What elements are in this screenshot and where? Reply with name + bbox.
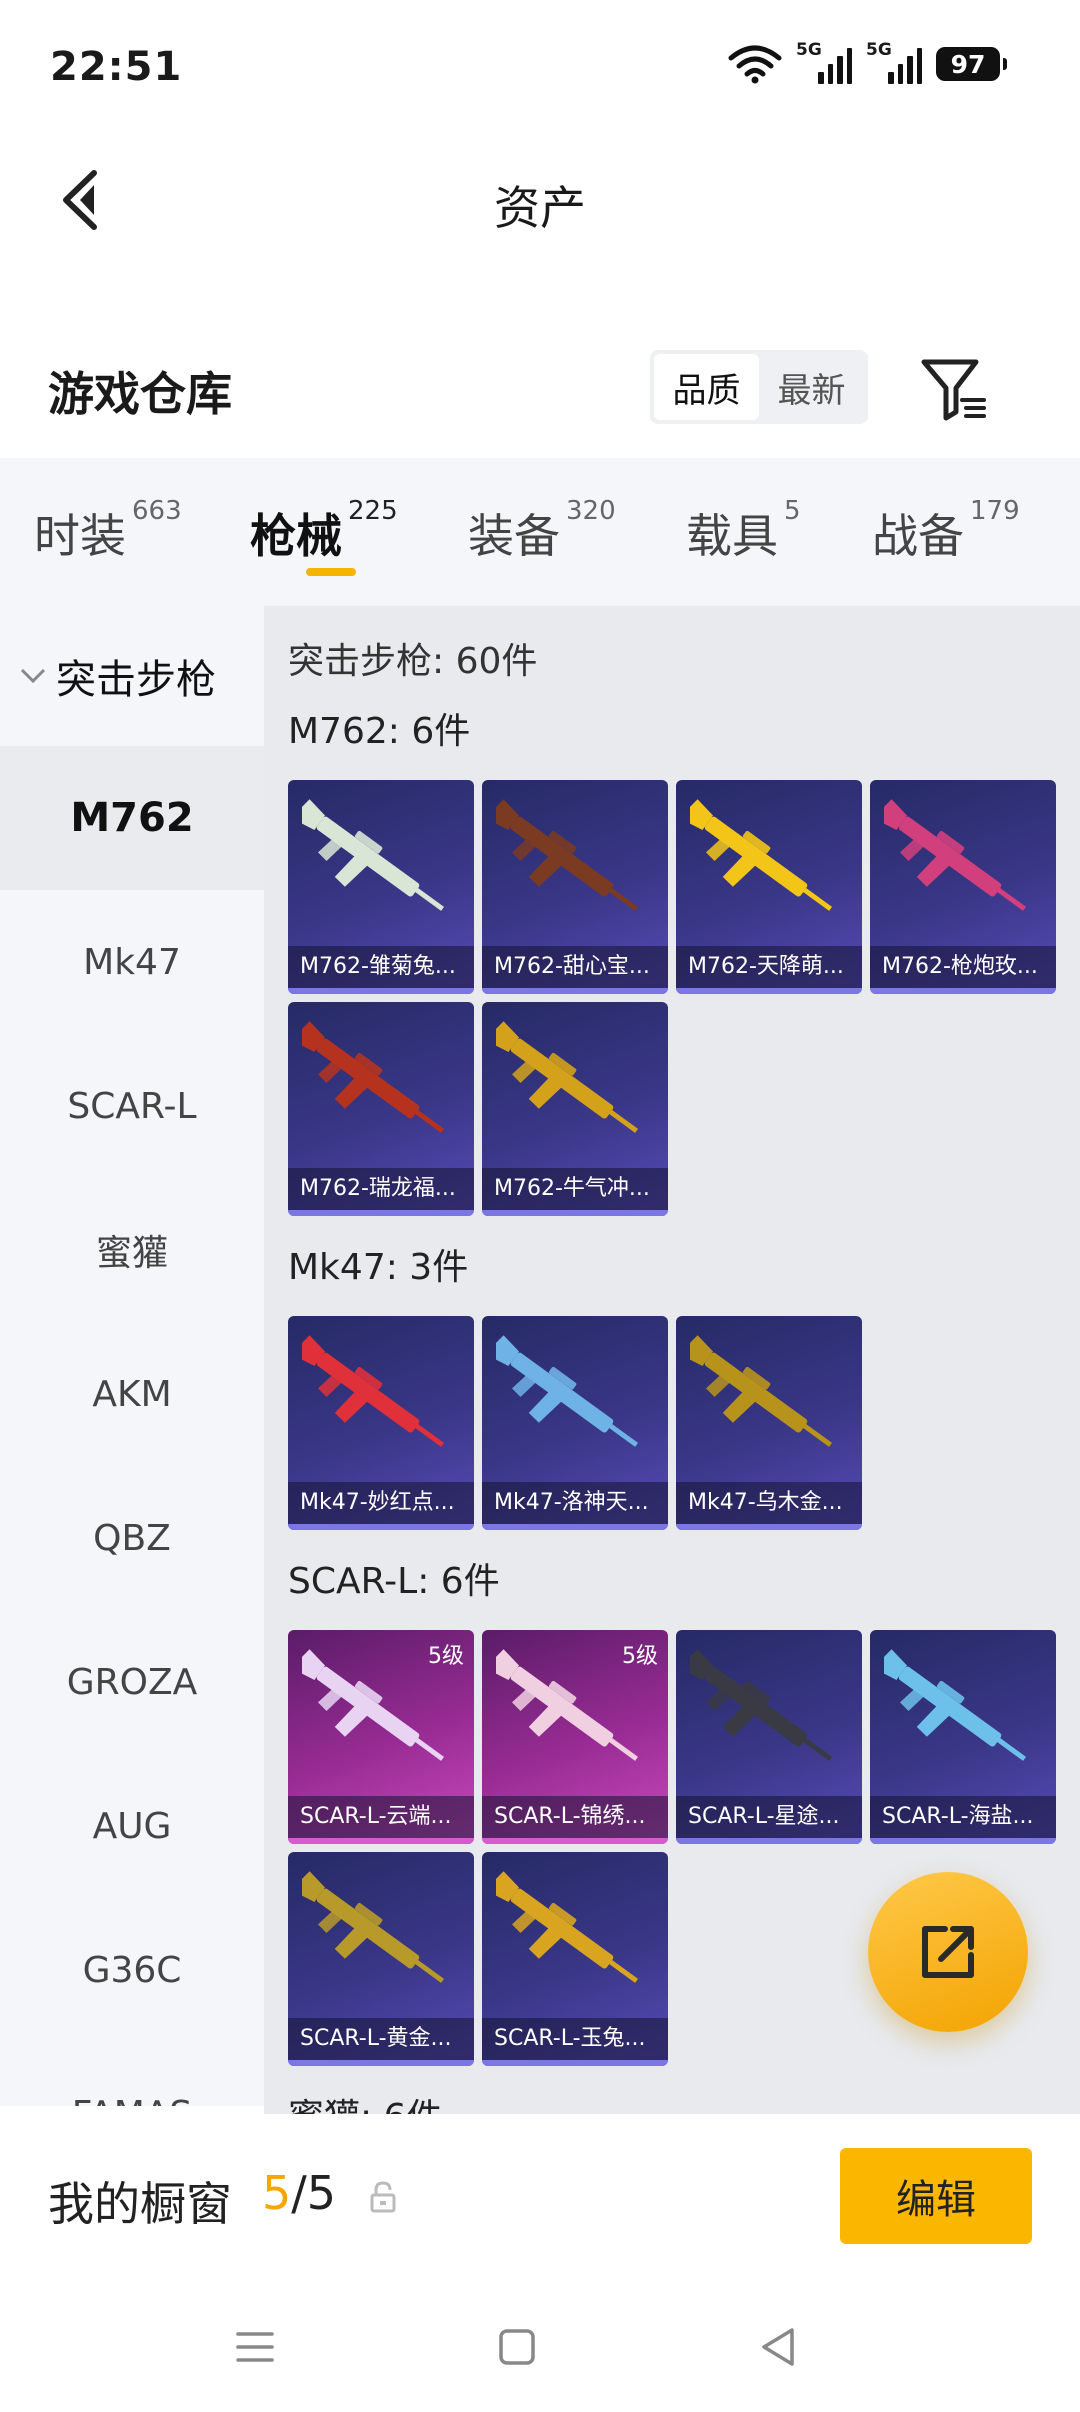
weapon-card[interactable]: 5级 SCAR-L-云端... [288,1630,474,1844]
tab-vehicles[interactable]: 载具 5 [686,496,801,566]
back-triangle-icon[interactable] [754,2322,804,2372]
rifle-icon [496,1335,639,1447]
tab-fashion[interactable]: 时装 663 [34,496,182,566]
share-button[interactable] [868,1872,1028,2032]
weapon-card-name: SCAR-L-云端... [288,1796,474,1838]
lock-icon [370,2181,396,2213]
weapon-card-name: SCAR-L-锦绣... [482,1796,668,1838]
wifi-icon [728,45,782,84]
weapon-card-name: Mk47-妙红点... [288,1482,474,1524]
home-icon[interactable] [492,2322,542,2372]
signal-icon-1: 5G [796,40,852,84]
weapon-card-name: SCAR-L-黄金... [288,2018,474,2060]
rifle-icon [690,1335,833,1447]
sidebar-item-honey-badger[interactable]: 蜜獾 [0,1178,264,1322]
weapon-card-name: M762-雏菊兔... [288,946,474,988]
tab-guns[interactable]: 枪械 225 [250,496,398,566]
status-time: 22:51 [50,44,183,90]
sidebar-item-mk47[interactable]: Mk47 [0,890,264,1034]
sidebar-item-aug[interactable]: AUG [0,1754,264,1898]
group-label: M762: 6件 [288,711,471,752]
status-icons: 5G 5G 97 [728,40,1007,84]
weapon-card-name: SCAR-L-玉兔... [482,2018,668,2060]
group-label: SCAR-L: 6件 [288,1561,500,1602]
rifle-icon [884,1649,1027,1761]
weapon-card-name: M762-牛气冲... [482,1168,668,1210]
sidebar-item-g36c[interactable]: G36C [0,1898,264,2042]
weapon-type-sidebar: 突击步枪 M762 Mk47 SCAR-L 蜜獾 AKM QBZ GROZA A… [0,606,264,2106]
weapon-card[interactable]: M762-甜心宝... [482,780,668,994]
weapon-card-name: M762-天降萌... [676,946,862,988]
rifle-icon [496,1871,639,1983]
filter-icon[interactable] [918,354,990,426]
rifle-icon [690,1649,833,1761]
weapon-card-name: SCAR-L-海盐... [870,1796,1056,1838]
rifle-icon [884,799,1027,911]
rifle-icon [302,1021,445,1133]
sidebar-item-qbz[interactable]: QBZ [0,1466,264,1610]
battery-indicator: 97 [936,47,1007,81]
sort-option-quality[interactable]: 品质 [654,354,759,420]
weapon-card-name: Mk47-乌木金... [676,1482,862,1524]
showcase-label: 我的橱窗 [48,2177,232,2231]
rifle-icon [302,1335,445,1447]
rifle-icon [302,1871,445,1983]
weapon-card[interactable]: M762-天降萌... [676,780,862,994]
weapon-card[interactable]: Mk47-妙红点... [288,1316,474,1530]
sidebar-group-assault-rifles[interactable]: 突击步枪 [0,606,264,746]
group-label: Mk47: 3件 [288,1247,469,1288]
category-total: 突击步枪: 60件 [288,641,538,682]
group-label: 蜜獾: 6件 [288,2088,442,2114]
weapon-card[interactable]: SCAR-L-玉兔... [482,1852,668,2066]
weapon-card-name: Mk47-洛神天... [482,1482,668,1524]
category-tabs: 时装 663 枪械 225 装备 320 载具 5 战备 179 [0,458,1080,606]
chevron-down-icon [20,668,46,684]
weapon-card-name: M762-瑞龙福... [288,1168,474,1210]
weapon-card-name: M762-甜心宝... [482,946,668,988]
weapon-card[interactable]: Mk47-乌木金... [676,1316,862,1530]
sidebar-item-m762[interactable]: M762 [0,746,264,890]
weapon-card[interactable]: M762-雏菊兔... [288,780,474,994]
weapon-card[interactable]: SCAR-L-黄金... [288,1852,474,2066]
showcase-count: 5/5 [262,2166,337,2220]
page-title: 资产 [494,181,586,235]
share-icon [922,1926,974,1978]
edit-button[interactable]: 编辑 [840,2148,1032,2244]
menu-icon[interactable] [230,2322,280,2372]
weapon-card[interactable]: 5级 SCAR-L-锦绣... [482,1630,668,1844]
status-bar: 22:51 5G 5G 97 [0,0,1080,130]
tab-equipment[interactable]: 装备 320 [468,496,616,566]
weapon-card-name: M762-枪炮玫... [870,946,1056,988]
level-badge: 5级 [428,1644,464,1669]
weapon-card[interactable]: M762-牛气冲... [482,1002,668,1216]
tab-supplies[interactable]: 战备 179 [872,496,1020,566]
sidebar-item-scar-l[interactable]: SCAR-L [0,1034,264,1178]
sidebar-item-groza[interactable]: GROZA [0,1610,264,1754]
sort-option-newest[interactable]: 最新 [759,354,864,420]
section-title: 游戏仓库 [48,367,232,421]
title-bar: 资产 [0,130,1080,270]
sidebar-item-famas[interactable]: FAMAS [0,2042,264,2107]
rifle-icon [496,799,639,911]
weapon-card[interactable]: SCAR-L-海盐... [870,1630,1056,1844]
rifle-icon [496,1021,639,1133]
weapon-card[interactable]: M762-瑞龙福... [288,1002,474,1216]
sort-segmented-control: 品质 最新 [650,350,868,424]
showcase-bar: 我的橱窗 5/5 编辑 [0,2114,1080,2284]
rifle-icon [302,799,445,911]
weapon-card[interactable]: SCAR-L-星途... [676,1630,862,1844]
weapon-card[interactable]: M762-枪炮玫... [870,780,1056,994]
active-tab-indicator [306,568,356,576]
system-nav-bar [0,2284,1080,2412]
signal-icon-2: 5G [866,40,922,84]
weapon-card-name: SCAR-L-星途... [676,1796,862,1838]
section-header: 游戏仓库 品质 最新 [0,330,1080,450]
level-badge: 5级 [622,1644,658,1669]
weapon-card[interactable]: Mk47-洛神天... [482,1316,668,1530]
sidebar-item-akm[interactable]: AKM [0,1322,264,1466]
rifle-icon [690,799,833,911]
